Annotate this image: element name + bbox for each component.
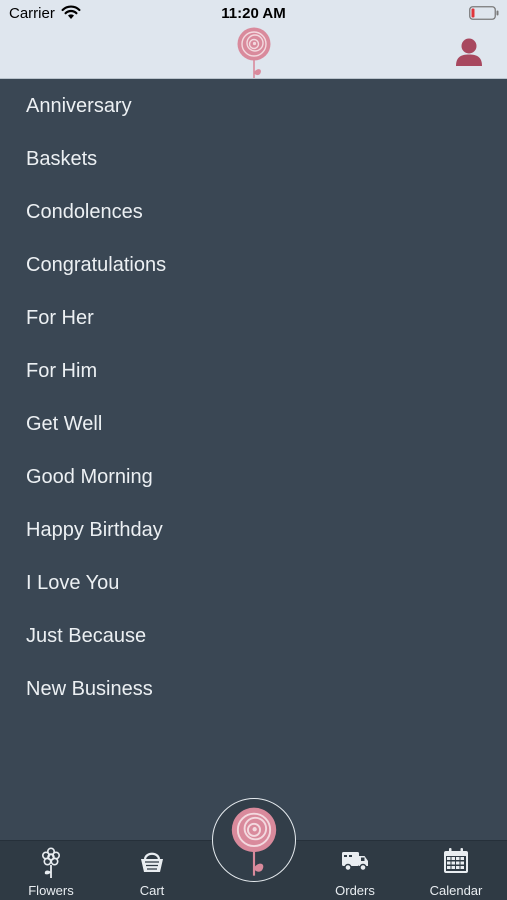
tab-label: Calendar	[429, 883, 483, 898]
category-item[interactable]: Anniversary	[0, 80, 507, 133]
user-profile-icon[interactable]	[455, 37, 483, 67]
category-item[interactable]: For Him	[0, 345, 507, 398]
category-item[interactable]: Congratulations	[0, 239, 507, 292]
rose-logo-icon	[231, 807, 277, 876]
category-list: Anniversary Baskets Condolences Congratu…	[0, 80, 507, 716]
category-item[interactable]: Baskets	[0, 133, 507, 186]
tab-label: Orders	[335, 883, 375, 898]
tab-label: Cart	[139, 883, 165, 898]
category-item[interactable]: Get Well	[0, 398, 507, 451]
battery-icon	[469, 6, 499, 20]
tab-label: Flowers	[28, 883, 74, 898]
category-item[interactable]: Condolences	[0, 186, 507, 239]
delivery-truck-icon	[342, 852, 368, 872]
tab-flowers[interactable]: Flowers	[6, 841, 96, 900]
basket-icon	[141, 852, 163, 872]
category-item[interactable]: For Her	[0, 292, 507, 345]
tab-orders[interactable]: Orders	[310, 841, 400, 900]
category-item[interactable]: I Love You	[0, 557, 507, 610]
category-item[interactable]: Good Morning	[0, 451, 507, 504]
calendar-icon	[444, 848, 468, 873]
category-item[interactable]: Happy Birthday	[0, 504, 507, 557]
tab-calendar[interactable]: Calendar	[411, 841, 501, 900]
rose-logo-icon[interactable]	[234, 27, 274, 79]
flower-icon	[41, 847, 61, 878]
status-time: 11:20 AM	[221, 5, 286, 22]
category-item[interactable]: Just Because	[0, 610, 507, 663]
category-item[interactable]: New Business	[0, 663, 507, 716]
tab-cart[interactable]: Cart	[107, 841, 197, 900]
status-bar: Carrier 11:20 AM	[0, 0, 507, 28]
home-rose-button[interactable]	[212, 798, 296, 882]
app-header: Carrier 11:20 AM	[0, 0, 507, 79]
